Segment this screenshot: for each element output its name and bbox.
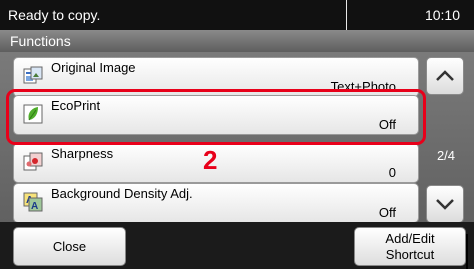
status-bar: Ready to copy. 10:10	[0, 0, 474, 30]
step-callout: 2	[203, 145, 218, 175]
add-edit-shortcut-button[interactable]: Add/Edit Shortcut	[354, 227, 466, 266]
item-label: Original Image	[51, 60, 136, 75]
scroll-up-button[interactable]	[426, 57, 464, 95]
shortcut-label: Shortcut	[385, 247, 435, 262]
original-image-icon	[23, 66, 43, 84]
copier-panel-screen: Ready to copy. 10:10 Functions Original …	[0, 0, 474, 269]
close-label: Close	[52, 239, 87, 254]
selection-highlight	[6, 89, 426, 145]
status-time: 10:10	[424, 7, 460, 23]
status-message: Ready to copy.	[8, 7, 101, 23]
function-item-background-density[interactable]: A A Background Density Adj. Off	[13, 183, 419, 223]
item-label: Background Density Adj.	[51, 186, 193, 201]
leader-line	[466, 234, 468, 269]
status-divider	[346, 0, 347, 30]
background-density-icon: A A	[23, 192, 43, 212]
item-value: Off	[378, 205, 396, 220]
scroll-down-button[interactable]	[426, 185, 464, 223]
page-title: Functions	[10, 33, 71, 49]
chevron-down-icon	[436, 199, 454, 210]
item-label: Sharpness	[51, 146, 114, 161]
sharpness-icon	[23, 152, 43, 171]
chevron-up-icon	[436, 70, 454, 81]
svg-text:A: A	[31, 201, 38, 212]
item-value: 0	[388, 165, 396, 180]
add-edit-label: Add/Edit	[385, 231, 435, 246]
close-button[interactable]: Close	[13, 227, 126, 266]
page-indicator: 2/4	[436, 148, 456, 163]
functions-title-bar: Functions	[0, 30, 474, 52]
